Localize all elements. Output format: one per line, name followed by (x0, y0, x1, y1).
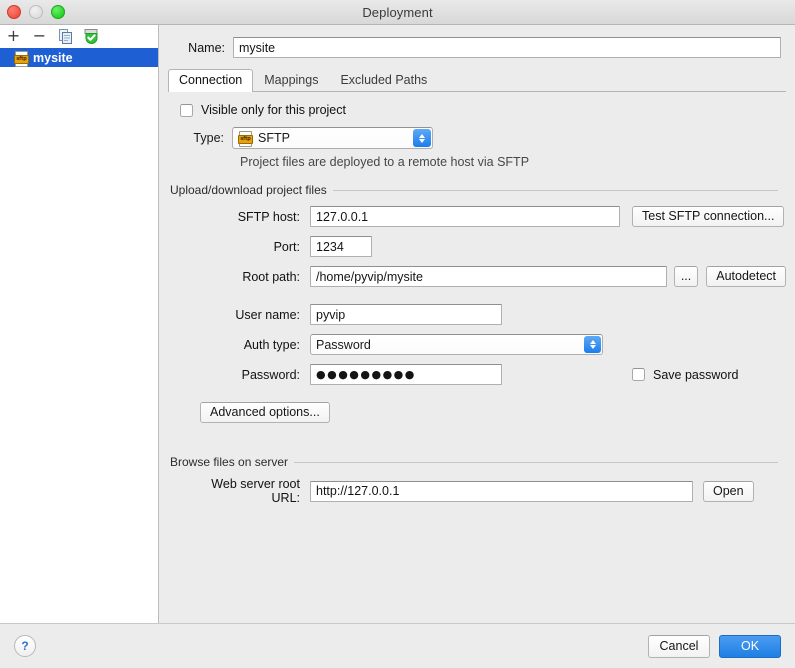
server-list[interactable]: sftp mysite (0, 47, 158, 623)
zoom-button[interactable] (51, 5, 65, 19)
cancel-button[interactable]: Cancel (648, 635, 710, 658)
settings-tabs: Connection Mappings Excluded Paths (168, 69, 795, 91)
plus-icon: + (7, 29, 20, 43)
port-row: Port: (168, 236, 786, 257)
port-label: Port: (180, 240, 310, 254)
auth-type-label: Auth type: (180, 338, 310, 352)
server-list-panel: + − (0, 25, 159, 623)
auth-type-value: Password (316, 338, 371, 352)
user-name-row: User name: (168, 304, 786, 325)
name-label: Name: (173, 41, 225, 55)
sftp-host-label: SFTP host: (180, 210, 310, 224)
open-url-button[interactable]: Open (703, 481, 754, 502)
deployment-settings-panel: Name: Connection Mappings Excluded Paths… (159, 25, 795, 623)
user-name-input[interactable] (310, 304, 502, 325)
type-select-value: SFTP (258, 131, 290, 145)
tab-excluded-paths[interactable]: Excluded Paths (329, 69, 438, 91)
set-default-server-button[interactable] (83, 28, 100, 45)
type-select-stepper[interactable] (413, 129, 431, 147)
user-name-label: User name: (180, 308, 310, 322)
browse-group-header: Browse files on server (170, 455, 778, 469)
tab-mappings[interactable]: Mappings (253, 69, 329, 91)
group-divider (333, 190, 778, 191)
password-row: Password: Save password (168, 364, 786, 385)
footer-actions: Cancel OK (648, 635, 781, 658)
copy-server-button[interactable] (57, 28, 74, 45)
visible-only-label: Visible only for this project (201, 103, 346, 117)
type-label: Type: (180, 131, 224, 145)
advanced-options-row: Advanced options... (168, 402, 786, 423)
green-check-shield-icon (84, 29, 99, 44)
server-list-item-label: mysite (33, 51, 73, 65)
remove-server-button[interactable]: − (31, 28, 48, 45)
root-path-browse-button[interactable]: ... (674, 266, 698, 287)
connection-tab-panel: Visible only for this project Type: sftp… (168, 91, 786, 623)
root-path-label: Root path: (180, 270, 310, 284)
server-list-item-mysite[interactable]: sftp mysite (0, 48, 158, 67)
name-row: Name: (159, 25, 795, 58)
copy-icon (59, 29, 73, 44)
name-input[interactable] (233, 37, 781, 58)
password-input[interactable] (310, 364, 502, 385)
type-select[interactable]: sftp SFTP (232, 127, 433, 149)
deployment-dialog: Deployment + − (0, 0, 795, 668)
chevron-up-icon (419, 134, 425, 138)
dialog-body: + − (0, 25, 795, 623)
window-titlebar: Deployment (0, 0, 795, 25)
root-path-input[interactable] (310, 266, 667, 287)
visible-only-row[interactable]: Visible only for this project (168, 101, 786, 117)
sftp-host-input[interactable] (310, 206, 620, 227)
auth-type-select[interactable]: Password (310, 334, 603, 355)
web-server-url-row: Web server root URL: Open (168, 477, 786, 505)
type-hint: Project files are deployed to a remote h… (168, 149, 786, 169)
window-controls (7, 0, 65, 24)
auth-type-row: Auth type: Password (168, 334, 786, 355)
chevron-down-icon (419, 139, 425, 143)
test-sftp-connection-button[interactable]: Test SFTP connection... (632, 206, 784, 227)
type-row: Type: sftp SFTP (168, 117, 786, 149)
auth-type-stepper[interactable] (584, 336, 601, 353)
upload-group-title: Upload/download project files (170, 183, 327, 197)
autodetect-button[interactable]: Autodetect (706, 266, 786, 287)
dialog-footer: ? Cancel OK (0, 623, 795, 668)
advanced-options-button[interactable]: Advanced options... (200, 402, 330, 423)
web-server-url-input[interactable] (310, 481, 693, 502)
window-title: Deployment (362, 5, 432, 20)
sftp-file-icon: sftp (14, 51, 28, 65)
sftp-host-row: SFTP host: Test SFTP connection... (168, 206, 786, 227)
tab-connection[interactable]: Connection (168, 69, 253, 91)
group-divider (294, 462, 778, 463)
chevron-down-icon (590, 345, 596, 349)
sftp-type-icon: sftp (238, 131, 252, 145)
server-list-toolbar: + − (0, 25, 158, 47)
ok-button[interactable]: OK (719, 635, 781, 658)
upload-group-header: Upload/download project files (170, 183, 778, 197)
root-path-row: Root path: ... Autodetect (168, 266, 786, 287)
close-button[interactable] (7, 5, 21, 19)
browse-group-title: Browse files on server (170, 455, 288, 469)
help-button[interactable]: ? (14, 635, 36, 657)
password-label: Password: (180, 368, 310, 382)
minus-icon: − (33, 29, 46, 43)
web-server-url-label: Web server root URL: (180, 477, 310, 505)
save-password-label: Save password (653, 368, 738, 382)
save-password-checkbox[interactable] (632, 368, 645, 381)
visible-only-checkbox[interactable] (180, 104, 193, 117)
chevron-up-icon (590, 340, 596, 344)
minimize-button[interactable] (29, 5, 43, 19)
add-server-button[interactable]: + (5, 28, 22, 45)
port-input[interactable] (310, 236, 372, 257)
